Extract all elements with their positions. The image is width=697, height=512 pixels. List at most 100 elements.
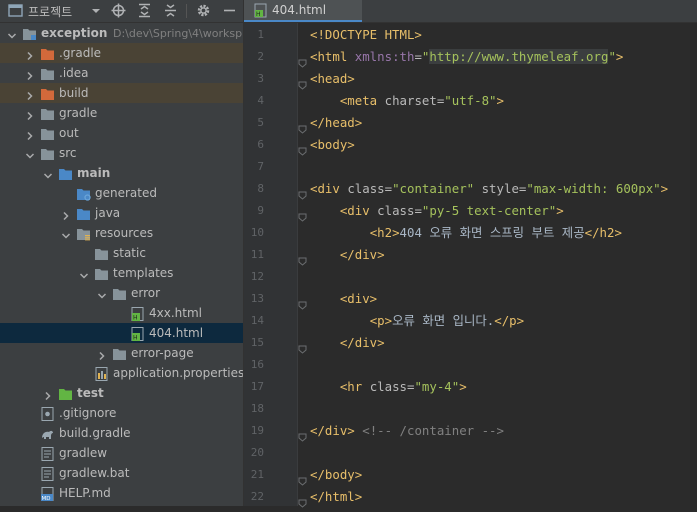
expand-all-icon[interactable]: [137, 3, 152, 22]
tree-item-label: exception: [41, 26, 108, 40]
fold-marker-icon[interactable]: [298, 471, 307, 486]
editor-tab-bar: H 404.html: [244, 0, 697, 23]
tree-item[interactable]: MD HELP.md: [0, 483, 243, 503]
tree-item[interactable]: error: [0, 283, 243, 303]
line-number: 4: [257, 94, 264, 107]
tree-item[interactable]: build: [0, 83, 243, 103]
tree-item[interactable]: resources: [0, 223, 243, 243]
gitignore-file-icon: [40, 406, 55, 421]
resources-folder-icon: [76, 226, 91, 241]
tree-item[interactable]: exception D:\dev\Spring\4\worksp: [0, 23, 243, 43]
code-token: <h2>: [369, 225, 400, 240]
fold-marker-icon[interactable]: [298, 427, 307, 442]
chevron-right-icon[interactable]: [24, 107, 36, 121]
code-line: <html xmlns:th= "http://www.thymeleaf.org…: [310, 49, 623, 65]
fold-marker-icon[interactable]: [298, 295, 307, 310]
code-token: >: [615, 49, 624, 64]
line-number: 17: [250, 380, 264, 393]
chevron-right-icon[interactable]: [60, 207, 72, 221]
fold-marker-icon[interactable]: [298, 207, 307, 222]
tree-item[interactable]: .gradle: [0, 43, 243, 63]
chevron-right-icon[interactable]: [42, 387, 54, 401]
project-path: D:\dev\Spring\4\worksp: [113, 27, 243, 40]
code-line: </html>: [310, 489, 362, 505]
tree-item[interactable]: java: [0, 203, 243, 223]
chevron-down-icon[interactable]: [6, 27, 18, 39]
chevron-right-icon[interactable]: [24, 127, 36, 141]
tree-item-label: .gradle: [59, 46, 102, 60]
code-token: >: [459, 379, 467, 394]
collapse-all-icon[interactable]: [163, 3, 178, 22]
chevron-right-icon[interactable]: [24, 67, 36, 81]
tree-item[interactable]: H 404.html: [0, 323, 243, 343]
project-panel-title[interactable]: 프로젝트: [28, 3, 72, 20]
fold-marker-icon[interactable]: [298, 119, 307, 134]
fold-marker-icon[interactable]: [298, 493, 307, 508]
line-number: 2: [257, 50, 264, 63]
gear-icon[interactable]: [196, 3, 211, 22]
code-token: <!-- /container -->: [362, 423, 504, 438]
chevron-right-icon[interactable]: [24, 87, 36, 101]
line-number: 11: [250, 248, 264, 261]
tree-item[interactable]: gradlew.bat: [0, 463, 243, 483]
code-token: ": [608, 49, 616, 64]
gradle-file-icon: [40, 426, 55, 440]
code-token: class=: [377, 203, 422, 218]
code-token: xmlns:th: [354, 49, 415, 64]
folder-icon: [40, 126, 55, 140]
chevron-down-icon[interactable]: [96, 287, 108, 299]
tree-item[interactable]: static: [0, 243, 243, 263]
tree-item[interactable]: build.gradle: [0, 423, 243, 443]
hide-panel-icon[interactable]: [222, 3, 237, 22]
tree-item[interactable]: main: [0, 163, 243, 183]
tree-item[interactable]: templates: [0, 263, 243, 283]
tree-item-label: application.properties: [113, 366, 243, 380]
tree-item[interactable]: .gitignore: [0, 403, 243, 423]
chevron-down-icon[interactable]: [78, 267, 90, 279]
dropdown-arrow-icon[interactable]: [90, 3, 102, 22]
chevron-right-icon[interactable]: [24, 47, 36, 61]
tree-item-label: 4xx.html: [149, 306, 202, 320]
fold-marker-icon[interactable]: [298, 75, 307, 90]
tree-item[interactable]: application.properties: [0, 363, 243, 383]
tree-item-label: gradle: [59, 106, 98, 120]
folder-icon: [112, 286, 127, 300]
toolbar-separator: [186, 4, 187, 18]
chevron-right-icon[interactable]: [96, 347, 108, 361]
code-token: class=: [369, 379, 415, 394]
tree-item[interactable]: test: [0, 383, 243, 403]
fold-marker-icon[interactable]: [298, 53, 307, 68]
tree-item[interactable]: generated: [0, 183, 243, 203]
code-line: <!DOCTYPE HTML>: [310, 27, 422, 43]
fold-marker-icon[interactable]: [298, 141, 307, 156]
fold-marker-icon[interactable]: [298, 185, 307, 200]
code-token: </head>: [310, 115, 363, 130]
code-line: <meta charset="utf-8">: [310, 93, 504, 109]
tree-item[interactable]: H 4xx.html: [0, 303, 243, 323]
tree-item[interactable]: gradle: [0, 103, 243, 123]
fold-marker-icon[interactable]: [298, 339, 307, 354]
tree-item[interactable]: gradlew: [0, 443, 243, 463]
line-number: 3: [257, 72, 264, 85]
tree-item[interactable]: error-page: [0, 343, 243, 363]
properties-file-icon: [94, 366, 109, 381]
excluded-folder-icon: [40, 46, 55, 60]
tree-item[interactable]: .idea: [0, 63, 243, 83]
code-token: <meta: [339, 93, 385, 108]
editor-tab-404-html[interactable]: H 404.html: [244, 0, 362, 22]
tree-item[interactable]: src: [0, 143, 243, 163]
code-token: charset=: [384, 93, 445, 108]
code-line: <hr class="my-4">: [310, 379, 467, 395]
code-line: </div>: [310, 247, 385, 263]
chevron-down-icon[interactable]: [24, 147, 36, 159]
line-number: 5: [257, 116, 264, 129]
locate-file-icon[interactable]: [111, 3, 126, 22]
line-number: 22: [250, 490, 264, 503]
tree-item[interactable]: out: [0, 123, 243, 143]
fold-marker-icon[interactable]: [298, 251, 307, 266]
chevron-down-icon[interactable]: [60, 227, 72, 239]
chevron-down-icon[interactable]: [42, 167, 54, 179]
